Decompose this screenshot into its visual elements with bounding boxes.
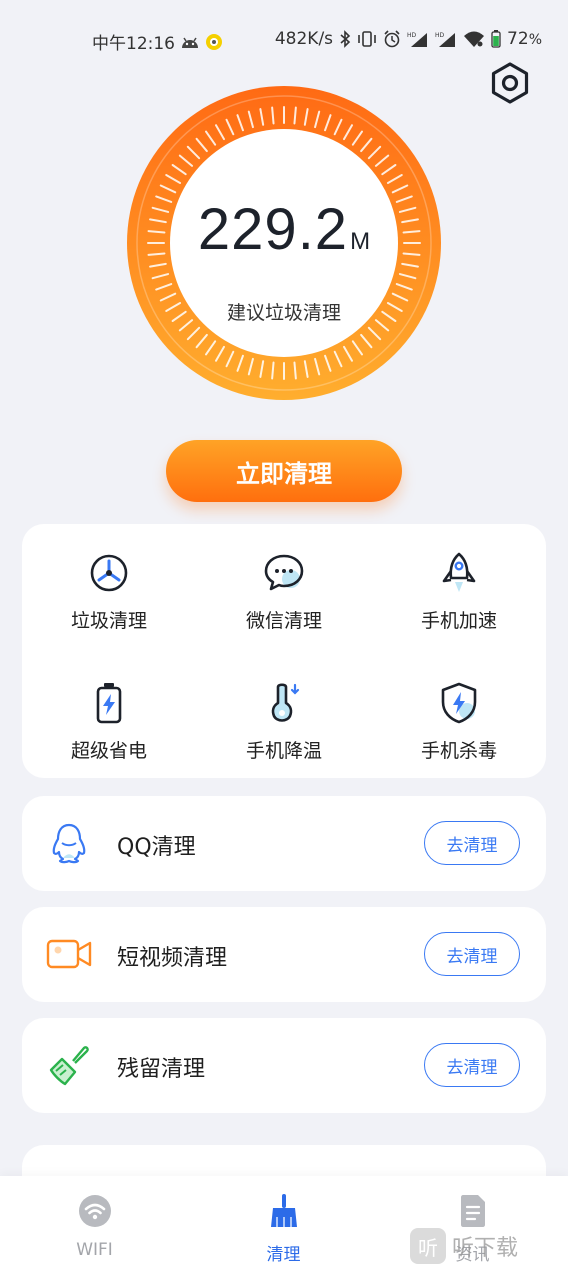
signal-hd-icon: HD xyxy=(407,30,429,48)
status-time: 中午12:16 xyxy=(92,34,175,54)
gauge-tick xyxy=(271,106,275,125)
status-bar-left: 中午12:16 xyxy=(92,29,223,54)
go-clean-button[interactable]: 去清理 xyxy=(424,932,520,976)
status-bar-right: 482K/s HD HD 72% xyxy=(275,29,542,49)
go-clean-button[interactable]: 去清理 xyxy=(424,1043,520,1087)
feature-wechat-clean[interactable]: 微信清理 xyxy=(197,524,371,634)
settings-hex-icon xyxy=(489,62,531,108)
qq-penguin-icon xyxy=(46,820,92,866)
gauge-tick xyxy=(293,361,297,380)
list-item-qq-clean: QQ清理 去清理 xyxy=(22,796,546,891)
feature-junk-clean[interactable]: 垃圾清理 xyxy=(22,524,196,634)
network-speed: 482K/s xyxy=(274,29,334,49)
watermark-text: 听下载 xyxy=(452,1236,519,1261)
gauge-tick xyxy=(293,106,297,125)
wifi-icon xyxy=(78,1194,112,1228)
feature-power-save[interactable]: 超级省电 xyxy=(22,654,196,764)
battery-level: 72% xyxy=(507,29,542,49)
feature-label: 微信清理 xyxy=(245,610,322,632)
broom-icon xyxy=(267,1194,301,1228)
feature-grid: 垃圾清理 微信清理 手机加速 超级省电 手机降温 手机杀毒 xyxy=(22,524,546,778)
alarm-icon xyxy=(383,30,401,48)
go-clean-button[interactable]: 去清理 xyxy=(424,821,520,865)
gauge-tick xyxy=(271,361,275,380)
gauge-value: 229.2M xyxy=(127,196,441,263)
nav-tab-wifi[interactable]: WIFI xyxy=(0,1176,189,1272)
feature-label: 手机杀毒 xyxy=(420,740,497,762)
nav-label: 清理 xyxy=(266,1245,301,1265)
feature-cool-down[interactable]: 手机降温 xyxy=(197,654,371,764)
nav-tab-clean[interactable]: 清理 xyxy=(189,1176,378,1272)
list-item-short-video-clean: 短视频清理 去清理 xyxy=(22,907,546,1002)
list-item-label: 残留清理 xyxy=(117,1057,206,1082)
vibrate-icon xyxy=(357,30,377,48)
watermark-logo: 听 xyxy=(410,1228,446,1264)
list-item-label: QQ清理 xyxy=(117,835,196,860)
feature-antivirus[interactable]: 手机杀毒 xyxy=(372,654,546,764)
nav-label: WIFI xyxy=(76,1240,113,1260)
notification-dot-icon xyxy=(205,33,223,51)
clean-now-button[interactable]: 立即清理 xyxy=(166,440,402,502)
signal-hd-icon: HD xyxy=(435,30,457,48)
battery-icon xyxy=(491,30,501,48)
settings-button[interactable] xyxy=(487,62,533,108)
junk-size: 229.2 xyxy=(197,197,349,262)
list-item-label: 短视频清理 xyxy=(117,946,228,971)
feature-label: 手机降温 xyxy=(245,740,322,762)
thermometer-icon xyxy=(261,680,307,726)
feature-speed-up[interactable]: 手机加速 xyxy=(372,524,546,634)
video-camera-icon xyxy=(46,931,92,977)
bluetooth-icon xyxy=(339,30,351,48)
wifi-icon xyxy=(463,30,485,48)
chat-bubble-icon xyxy=(261,550,307,596)
status-bar: 中午12:16 482K/s HD HD 72% xyxy=(0,0,568,80)
feature-label: 超级省电 xyxy=(70,740,147,762)
shield-bolt-icon xyxy=(436,680,482,726)
broom-icon xyxy=(46,1042,92,1088)
trash-clock-icon xyxy=(86,550,132,596)
document-icon xyxy=(458,1194,488,1228)
gauge-caption: 建议垃圾清理 xyxy=(226,302,341,324)
android-icon xyxy=(180,35,200,49)
hd-label: HD xyxy=(407,32,417,39)
feature-label: 垃圾清理 xyxy=(70,610,147,632)
rocket-icon xyxy=(436,550,482,596)
watermark: 听 听下载 xyxy=(410,1224,518,1268)
hd-label: HD xyxy=(435,32,445,39)
feature-label: 手机加速 xyxy=(420,610,497,632)
junk-size-unit: M xyxy=(350,228,371,255)
list-item-residue-clean: 残留清理 去清理 xyxy=(22,1018,546,1113)
junk-gauge: 229.2M 建议垃圾清理 xyxy=(127,86,441,400)
battery-bolt-icon xyxy=(86,680,132,726)
